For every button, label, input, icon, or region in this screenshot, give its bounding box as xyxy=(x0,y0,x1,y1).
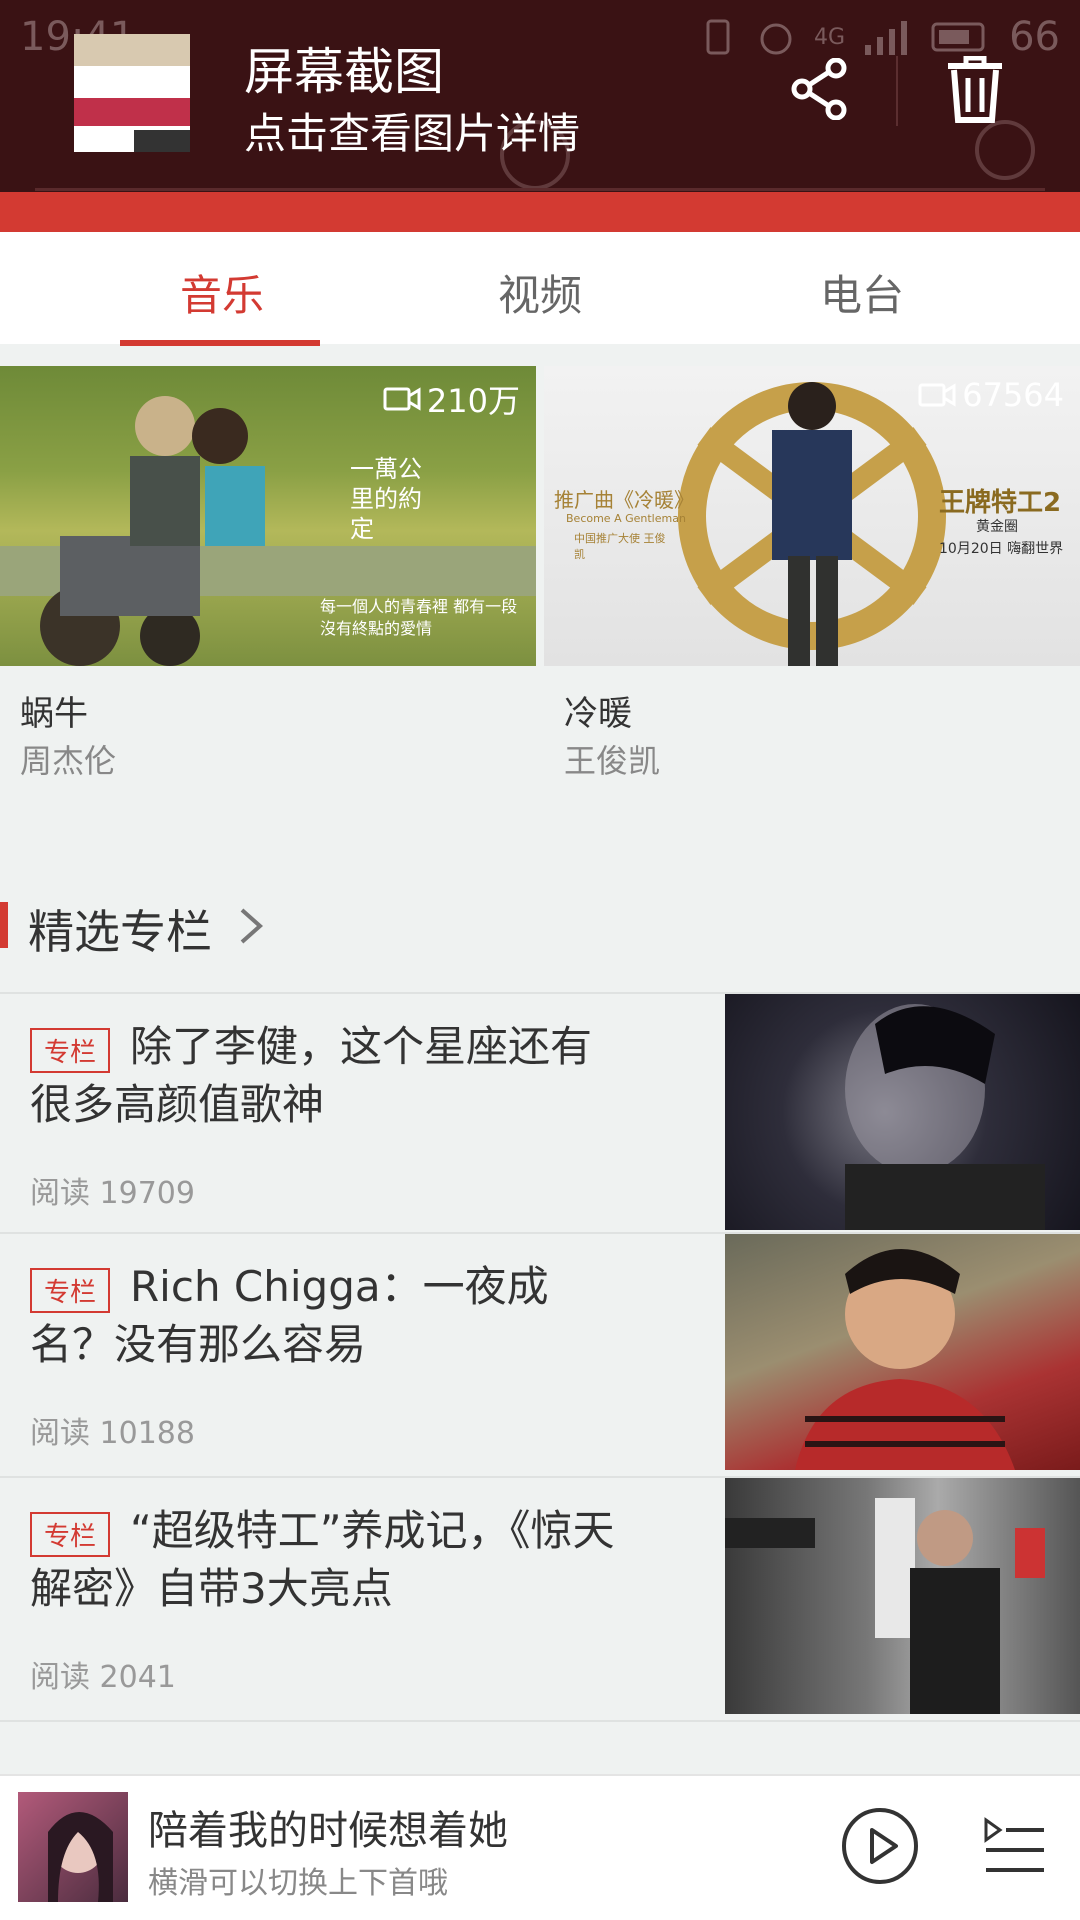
video-artist[interactable]: 周杰伦 xyxy=(20,736,116,782)
poster-right-sub: 黄金圈 xyxy=(976,519,1018,535)
article-tag: 专栏 xyxy=(30,1268,111,1313)
poster-title: 一萬公里的約定 xyxy=(350,455,422,543)
poster-left-title: 推广曲《冷暖》 xyxy=(554,488,694,512)
share-icon[interactable] xyxy=(790,58,848,120)
header-separator xyxy=(896,56,898,126)
tab-radio[interactable]: 电台 xyxy=(820,262,904,323)
article-image[interactable] xyxy=(725,1478,1080,1714)
video-title[interactable]: 冷暖 xyxy=(564,686,632,735)
article-reads: 阅读 10188 xyxy=(30,1416,195,1451)
swipe-hint: 横滑可以切换上下首哦 xyxy=(148,1866,448,1901)
video-thumbnail[interactable]: 推广曲《冷暖》 Become A Gentleman 中国推广大使 王俊凯 王牌… xyxy=(544,366,1080,666)
article-title[interactable]: Rich Chigga：一夜成名？没有那么容易 xyxy=(30,1258,630,1374)
article-image[interactable] xyxy=(725,994,1080,1230)
tab-bar: 音乐 视频 电台 xyxy=(0,232,1080,344)
article-title[interactable]: 除了李健，这个星座还有很多高颜值歌神 xyxy=(30,1018,630,1134)
battery-icon xyxy=(931,22,985,52)
article-item[interactable]: Rich Chigga：一夜成名？没有那么容易 专栏 阅读 10188 xyxy=(0,1232,1080,1478)
poster-right-date: 10月20日 嗨翻世界 xyxy=(939,541,1064,557)
article-image[interactable] xyxy=(725,1234,1080,1470)
status-icons: 4G 66 xyxy=(698,14,1060,60)
album-cover[interactable] xyxy=(18,1792,128,1902)
poster-left-sub2: 中国推广大使 王俊凯 xyxy=(574,532,666,561)
playlist-icon[interactable] xyxy=(982,1816,1046,1876)
poster-tagline: 每一個人的青春裡 都有一段沒有終點的愛情 xyxy=(320,597,518,638)
poster-left-sub: Become A Gentleman xyxy=(566,512,686,525)
trash-icon[interactable] xyxy=(944,56,1006,124)
article-item[interactable]: “超级特工”养成记，《惊天解密》自带3大亮点 专栏 阅读 2041 xyxy=(0,1476,1080,1722)
list-divider xyxy=(0,1720,1080,1722)
screenshot-thumbnail[interactable] xyxy=(74,34,190,152)
tab-music[interactable]: 音乐 xyxy=(180,262,264,323)
chevron-right-icon[interactable] xyxy=(236,906,266,946)
article-title[interactable]: “超级特工”养成记，《惊天解密》自带3大亮点 xyxy=(30,1502,630,1618)
play-icon[interactable] xyxy=(840,1806,920,1886)
app-header-strip xyxy=(0,192,1080,232)
video-title[interactable]: 蜗牛 xyxy=(20,686,88,735)
article-item[interactable]: 除了李健，这个星座还有很多高颜值歌神 专栏 阅读 19709 xyxy=(0,992,1080,1234)
signal-icon xyxy=(865,21,908,55)
video-thumbnail[interactable]: 一萬公里的約定 每一個人的青春裡 都有一段沒有終點的愛情 210万 xyxy=(0,366,536,666)
battery-level: 66 xyxy=(1009,14,1060,60)
view-count: 210万 xyxy=(383,376,520,422)
notification-subtitle[interactable]: 点击查看图片详情 xyxy=(244,100,580,161)
alarm-icon xyxy=(760,23,792,55)
article-tag: 专栏 xyxy=(30,1512,111,1557)
tab-indicator xyxy=(120,340,320,346)
section-marker xyxy=(0,902,8,948)
now-playing-title[interactable]: 陪着我的时候想着她 xyxy=(148,1798,508,1856)
article-reads: 阅读 2041 xyxy=(30,1660,176,1695)
poster-right-title: 王牌特工2 xyxy=(939,488,1062,518)
view-count: 67564 xyxy=(918,376,1064,414)
tab-video[interactable]: 视频 xyxy=(498,262,582,323)
mini-player[interactable]: 陪着我的时候想着她 横滑可以切换上下首哦 xyxy=(0,1774,1080,1920)
video-artist[interactable]: 王俊凯 xyxy=(564,736,660,782)
article-tag: 专栏 xyxy=(30,1028,111,1073)
video-camera-icon xyxy=(918,383,956,407)
video-camera-icon xyxy=(383,387,421,411)
header-divider xyxy=(35,188,1045,191)
vibrate-icon xyxy=(706,19,730,55)
network-label: 4G xyxy=(814,24,846,50)
section-title[interactable]: 精选专栏 xyxy=(28,896,212,962)
notification-title[interactable]: 屏幕截图 xyxy=(244,32,444,104)
article-reads: 阅读 19709 xyxy=(30,1176,195,1211)
